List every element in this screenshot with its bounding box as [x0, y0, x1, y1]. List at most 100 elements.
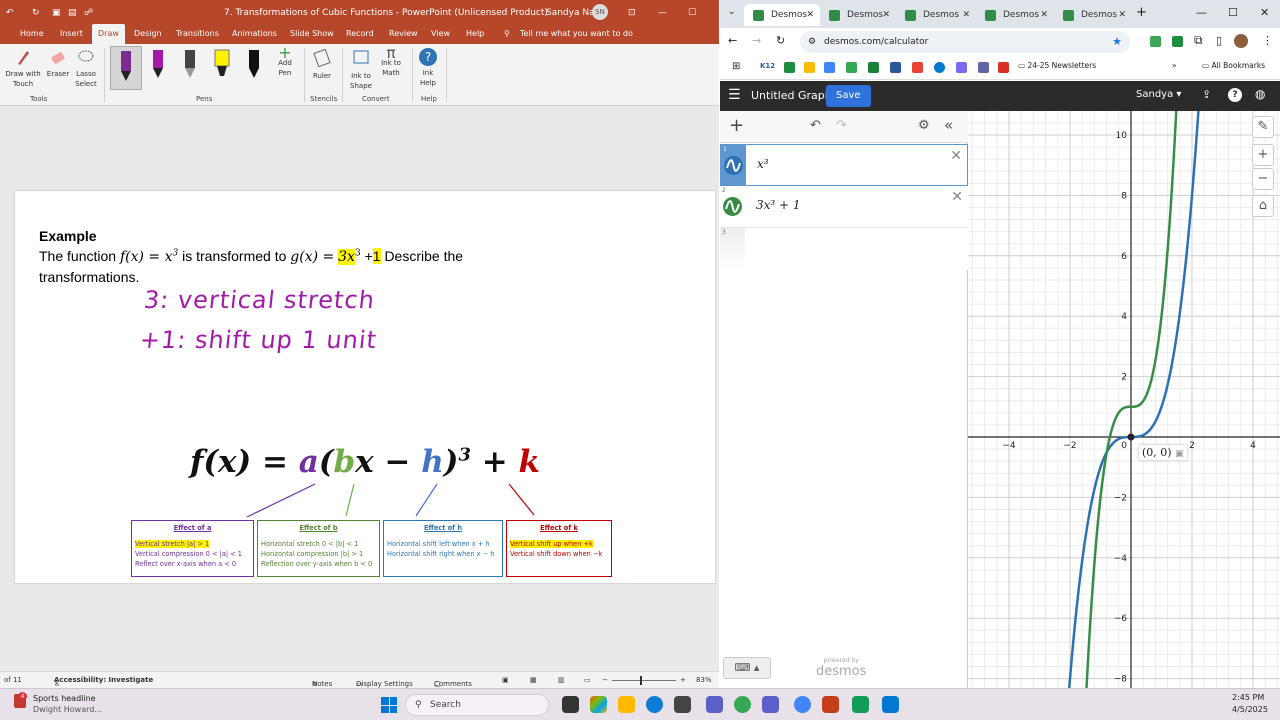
browser-tab-3[interactable]: Desmos ✕ — [896, 4, 976, 26]
language-globe-icon[interactable]: ◍ — [1255, 87, 1265, 101]
point-origin[interactable] — [1127, 433, 1135, 441]
address-bar[interactable]: ⚙ desmos.com/calculator ★ — [800, 31, 1130, 53]
copilot-icon[interactable] — [590, 696, 607, 713]
add-item-icon[interactable]: + — [729, 115, 744, 136]
bookmark-icon[interactable] — [956, 62, 967, 73]
taskbar-search-box[interactable]: ⚲ Search — [405, 694, 549, 716]
zoom-slider[interactable] — [612, 680, 676, 681]
bookmark-drive-icon[interactable] — [804, 62, 815, 73]
clock-date[interactable]: 4/5/2025 — [1232, 705, 1268, 714]
expression-latex[interactable]: 3x³ + 1 — [756, 198, 801, 212]
point-coordinate-label[interactable]: (0, 0) ▣ — [1139, 445, 1187, 460]
graph-settings-wrench-icon[interactable]: ✎ — [1252, 116, 1274, 138]
bookmark-icon[interactable] — [912, 62, 923, 73]
zoom-out-button[interactable]: − — [1252, 168, 1274, 190]
zoom-out-icon[interactable]: − — [602, 676, 608, 684]
apps-grid-icon[interactable]: ⊞ — [732, 61, 740, 72]
app-icon[interactable] — [852, 696, 869, 713]
expression-color-tab[interactable]: 1 — [721, 145, 746, 186]
curve-x-cubed[interactable] — [1067, 111, 1202, 688]
powerpoint-icon[interactable] — [822, 696, 839, 713]
minimize-icon[interactable]: — — [1196, 6, 1207, 19]
browser-tab-4[interactable]: Desmos ✕ — [976, 4, 1054, 26]
graph-paper[interactable]: −4 −2 0 2 4 10 8 6 4 2 −2 −4 −6 −8 (0, 0) ▣ ✎ + − ⌂ — [968, 111, 1280, 688]
chrome-icon[interactable] — [734, 696, 751, 713]
zoom-slider-thumb[interactable] — [640, 676, 642, 685]
close-window-icon[interactable]: ✕ — [1260, 6, 1269, 19]
bookmark-icon[interactable] — [890, 62, 901, 73]
expression-row-3-empty[interactable]: 3 — [720, 228, 968, 270]
collapse-list-icon[interactable]: « — [944, 116, 953, 134]
more-bookmarks-icon[interactable]: » — [1172, 61, 1177, 70]
bookmark-icon[interactable] — [824, 62, 835, 73]
back-icon[interactable]: ← — [728, 34, 737, 47]
tab-search-icon[interactable]: ⌄ — [728, 7, 736, 17]
extension-icon[interactable] — [1150, 36, 1161, 47]
browser-tab-2[interactable]: Desmos ✕ — [820, 4, 896, 26]
extensions-icon[interactable]: ⧉ — [1194, 33, 1203, 48]
extension-icon[interactable] — [1172, 36, 1183, 47]
teams-icon[interactable] — [706, 696, 723, 713]
share-icon[interactable]: ⇪ — [1202, 88, 1211, 101]
windows-start-icon[interactable] — [381, 697, 397, 713]
forward-icon[interactable]: → — [752, 34, 761, 47]
site-info-icon[interactable]: ⚙ — [808, 31, 816, 53]
graph-svg[interactable]: −4 −2 0 2 4 10 8 6 4 2 −2 −4 −6 −8 — [968, 111, 1280, 688]
expression-latex[interactable]: x³ — [757, 157, 769, 171]
user-menu[interactable]: Sandya ▾ — [1136, 89, 1181, 100]
expression-color-tab[interactable]: 2 — [720, 186, 745, 227]
close-tab-icon[interactable]: ✕ — [962, 4, 970, 26]
bookmark-star-icon[interactable]: ★ — [1112, 31, 1122, 53]
hamburger-menu-icon[interactable]: ☰ — [728, 87, 741, 103]
undo-icon[interactable]: ↶ — [810, 118, 821, 133]
slideshow-icon[interactable]: ▭ — [584, 676, 591, 684]
profile-avatar[interactable] — [1234, 34, 1248, 48]
reload-icon[interactable]: ↻ — [776, 34, 785, 47]
settings-gear-icon[interactable]: ⚙ — [918, 118, 930, 133]
chrome-menu-icon[interactable]: ⋮ — [1262, 34, 1273, 47]
browser-tab-1[interactable]: Desmos ✕ — [744, 4, 820, 26]
delete-expression-icon[interactable]: ✕ — [951, 189, 963, 205]
all-bookmarks[interactable]: ▭ All Bookmarks — [1202, 61, 1265, 70]
graph-title[interactable]: Untitled Graph — [751, 89, 832, 102]
bookmark-folder-newsletters[interactable]: ▭ 24-25 Newsletters — [1018, 61, 1096, 70]
expression-row-2[interactable]: 2 3x³ + 1 ✕ — [720, 186, 968, 228]
reading-view-icon[interactable]: ▥ — [558, 676, 565, 684]
edge-icon[interactable] — [646, 696, 663, 713]
zoom-level[interactable]: 83% — [696, 676, 712, 684]
delete-expression-icon[interactable]: ✕ — [950, 148, 962, 164]
browser-tab-5[interactable]: Desmos ✕ — [1054, 4, 1132, 26]
curve-visibility-icon[interactable] — [722, 196, 743, 217]
teams-icon[interactable] — [762, 696, 779, 713]
home-view-icon[interactable]: ⌂ — [1252, 195, 1274, 217]
app-icon[interactable] — [882, 696, 899, 713]
zoom-in-icon[interactable]: + — [680, 676, 686, 684]
redo-icon[interactable]: ↷ — [836, 118, 847, 133]
bookmark-icon[interactable] — [978, 62, 989, 73]
keypad-toggle-button[interactable]: ⌨ ▴ — [723, 657, 771, 679]
curve-visibility-icon[interactable] — [723, 155, 744, 176]
normal-view-icon[interactable]: ▣ — [502, 676, 509, 684]
chrome-active-icon[interactable] — [794, 696, 811, 713]
zoom-in-button[interactable]: + — [1252, 144, 1274, 166]
help-icon[interactable]: ? — [1228, 88, 1242, 102]
bookmark-icon[interactable] — [868, 62, 879, 73]
new-tab-icon[interactable]: + — [1136, 5, 1147, 20]
bookmark-icon[interactable] — [784, 62, 795, 73]
store-icon[interactable] — [674, 696, 691, 713]
close-tab-icon[interactable]: ✕ — [1040, 4, 1048, 26]
copy-icon[interactable]: ▣ — [1175, 449, 1184, 459]
clock-time[interactable]: 2:45 PM — [1232, 693, 1264, 702]
expression-row-1[interactable]: 1 x³ ✕ — [720, 144, 968, 186]
task-view-icon[interactable] — [562, 696, 579, 713]
file-explorer-icon[interactable] — [618, 696, 635, 713]
close-tab-icon[interactable]: ✕ — [806, 4, 814, 26]
maximize-icon[interactable]: ☐ — [1228, 6, 1238, 19]
bookmark-onedrive-icon[interactable] — [934, 62, 945, 73]
save-button[interactable]: Save — [826, 85, 871, 107]
slide-sorter-icon[interactable]: ▦ — [530, 676, 537, 684]
bookmark-icon[interactable] — [998, 62, 1009, 73]
close-tab-icon[interactable]: ✕ — [882, 4, 890, 26]
bookmark-icon[interactable] — [846, 62, 857, 73]
side-panel-icon[interactable]: ▯ — [1216, 34, 1222, 47]
